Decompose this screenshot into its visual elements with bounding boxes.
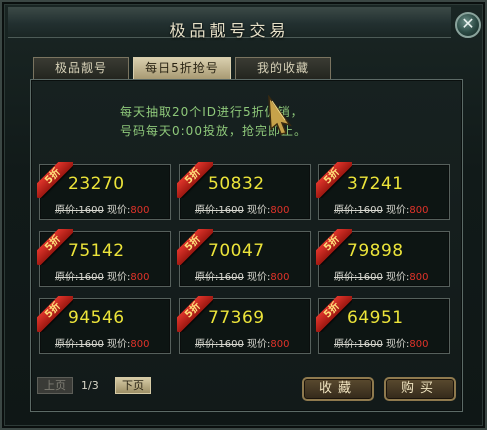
- price-line: 原价:1600 现价:800: [55, 335, 149, 350]
- price-line: 原价:1600 现价:800: [334, 335, 428, 350]
- current-price-value: 800: [409, 205, 429, 216]
- current-price-label: 现价:: [247, 205, 271, 216]
- id-card[interactable]: 5折 70047 原价:1600 现价:800: [177, 229, 311, 287]
- page-indicator: 1/3: [81, 379, 99, 392]
- original-price: 原价:1600: [55, 205, 104, 216]
- price-line: 原价:1600 现价:800: [195, 268, 289, 283]
- id-number: 75142: [68, 241, 125, 261]
- price-line: 原价:1600 现价:800: [55, 268, 149, 283]
- id-number: 64951: [347, 308, 404, 328]
- id-number: 50832: [208, 174, 265, 194]
- id-card[interactable]: 5折 50832 原价:1600 现价:800: [177, 162, 311, 220]
- current-price-value: 800: [130, 272, 150, 283]
- current-price-label: 现价:: [247, 339, 271, 350]
- trade-window: 极品靓号交易 ✕ 极品靓号 每日5折抢号 我的收藏 每天抽取20个ID进行5折促…: [0, 0, 487, 430]
- id-card[interactable]: 5折 79898 原价:1600 现价:800: [316, 229, 450, 287]
- original-price: 原价:1600: [334, 339, 383, 350]
- id-card[interactable]: 5折 37241 原价:1600 现价:800: [316, 162, 450, 220]
- current-price-label: 现价:: [107, 205, 131, 216]
- tab-daily-half-price[interactable]: 每日5折抢号: [133, 57, 231, 79]
- id-card[interactable]: 5折 23270 原价:1600 现价:800: [37, 162, 171, 220]
- current-price-value: 800: [270, 205, 290, 216]
- id-number: 37241: [347, 174, 404, 194]
- current-price-label: 现价:: [386, 272, 410, 283]
- current-price-label: 现价:: [386, 339, 410, 350]
- price-line: 原价:1600 现价:800: [334, 268, 428, 283]
- id-number: 77369: [208, 308, 265, 328]
- next-page-button[interactable]: 下页: [115, 377, 151, 394]
- original-price: 原价:1600: [55, 272, 104, 283]
- window-title: 极品靓号交易: [169, 21, 290, 40]
- id-number: 94546: [68, 308, 125, 328]
- prev-page-button[interactable]: 上页: [37, 377, 73, 394]
- original-price: 原价:1600: [195, 205, 244, 216]
- original-price: 原价:1600: [195, 339, 244, 350]
- original-price: 原价:1600: [55, 339, 104, 350]
- mouse-cursor-icon: [268, 95, 292, 135]
- id-card[interactable]: 5折 77369 原价:1600 现价:800: [177, 296, 311, 354]
- id-number: 70047: [208, 241, 265, 261]
- current-price-label: 现价:: [247, 272, 271, 283]
- id-card[interactable]: 5折 75142 原价:1600 现价:800: [37, 229, 171, 287]
- price-line: 原价:1600 现价:800: [55, 201, 149, 216]
- current-price-value: 800: [270, 272, 290, 283]
- price-line: 原价:1600 现价:800: [195, 335, 289, 350]
- id-card[interactable]: 5折 64951 原价:1600 现价:800: [316, 296, 450, 354]
- tab-premium-ids[interactable]: 极品靓号: [33, 57, 129, 79]
- current-price-value: 800: [409, 272, 429, 283]
- price-line: 原价:1600 现价:800: [334, 201, 428, 216]
- current-price-value: 800: [130, 205, 150, 216]
- id-number: 23270: [68, 174, 125, 194]
- current-price-value: 800: [130, 339, 150, 350]
- current-price-value: 800: [409, 339, 429, 350]
- original-price: 原价:1600: [334, 205, 383, 216]
- current-price-label: 现价:: [386, 205, 410, 216]
- id-card[interactable]: 5折 94546 原价:1600 现价:800: [37, 296, 171, 354]
- original-price: 原价:1600: [195, 272, 244, 283]
- tab-my-favorites[interactable]: 我的收藏: [235, 57, 331, 79]
- current-price-label: 现价:: [107, 272, 131, 283]
- buy-button[interactable]: 购买: [384, 377, 456, 401]
- price-line: 原价:1600 现价:800: [195, 201, 289, 216]
- original-price: 原价:1600: [334, 272, 383, 283]
- current-price-value: 800: [270, 339, 290, 350]
- id-number: 79898: [347, 241, 404, 261]
- current-price-label: 现价:: [107, 339, 131, 350]
- title-bar[interactable]: 极品靓号交易: [8, 7, 451, 40]
- close-icon[interactable]: ✕: [455, 12, 481, 38]
- favorite-button[interactable]: 收藏: [302, 377, 374, 401]
